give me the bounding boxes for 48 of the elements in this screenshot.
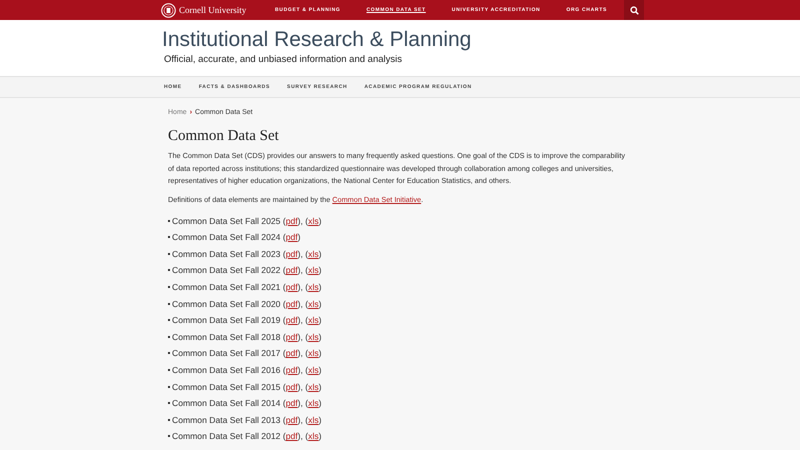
download-link[interactable]: pdf bbox=[286, 348, 298, 358]
download-link[interactable]: pdf bbox=[286, 332, 298, 342]
list-item-text: Common Data Set Fall 2014 (pdf), (xls) bbox=[172, 398, 322, 408]
download-link[interactable]: xls bbox=[308, 315, 319, 326]
seal-icon bbox=[161, 2, 176, 18]
list-item-text: Common Data Set Fall 2016 (pdf), (xls) bbox=[172, 365, 322, 376]
download-link[interactable]: xls bbox=[308, 332, 319, 342]
page-heading: Common Data Set bbox=[168, 128, 280, 145]
download-link[interactable]: xls bbox=[308, 348, 319, 358]
list-item-text: Common Data Set Fall 2017 (pdf), (xls) bbox=[172, 348, 322, 358]
list-item-text: Common Data Set Fall 2024 (pdf) bbox=[172, 232, 301, 242]
list-item-text: Common Data Set Fall 2015 (pdf), (xls) bbox=[172, 382, 322, 392]
search-button[interactable] bbox=[624, 0, 644, 20]
site-tagline: Official, accurate, and unbiased information and analysis bbox=[164, 54, 403, 65]
list-item-text: Common Data Set Fall 2021 (pdf), (xls) bbox=[172, 282, 322, 292]
list-item-text: Common Data Set Fall 2019 (pdf), (xls) bbox=[172, 315, 322, 326]
download-link[interactable]: xls bbox=[308, 414, 319, 425]
download-link[interactable]: xls bbox=[308, 431, 319, 442]
list-item-text: Common Data Set Fall 2023 (pdf), (xls) bbox=[172, 248, 322, 259]
download-link[interactable]: xls bbox=[308, 398, 319, 408]
download-link[interactable]: xls bbox=[308, 282, 319, 292]
list-item-text: Common Data Set Fall 2013 (pdf), (xls) bbox=[172, 414, 322, 425]
download-link[interactable]: pdf bbox=[286, 398, 298, 408]
search-icon bbox=[630, 6, 638, 14]
download-link[interactable]: xls bbox=[308, 365, 319, 376]
list-item-text: Common Data Set Fall 2012 (pdf), (xls) bbox=[172, 431, 322, 442]
download-link[interactable]: pdf bbox=[286, 248, 298, 259]
download-link[interactable]: pdf bbox=[286, 315, 298, 326]
download-link[interactable]: pdf bbox=[286, 382, 298, 392]
download-link[interactable]: xls bbox=[308, 216, 319, 226]
download-link[interactable]: pdf bbox=[286, 282, 298, 292]
download-link[interactable]: xls bbox=[308, 265, 319, 276]
site-title[interactable]: Institutional Research & Planning bbox=[162, 28, 800, 52]
list-item-text: Common Data Set Fall 2020 (pdf), (xls) bbox=[172, 298, 322, 309]
download-link[interactable]: pdf bbox=[286, 365, 298, 376]
download-link[interactable]: pdf bbox=[286, 232, 298, 242]
download-link[interactable]: pdf bbox=[286, 265, 298, 276]
download-link[interactable]: xls bbox=[308, 298, 319, 309]
university-logo-text[interactable]: Cornell University bbox=[179, 5, 246, 15]
download-link[interactable]: pdf bbox=[286, 298, 298, 309]
download-link[interactable]: pdf bbox=[286, 414, 298, 425]
list-item-text: Common Data Set Fall 2018 (pdf), (xls) bbox=[172, 332, 322, 342]
download-link[interactable]: pdf bbox=[286, 216, 298, 226]
list-item-text: Common Data Set Fall 2022 (pdf), (xls) bbox=[172, 265, 322, 276]
download-link[interactable]: pdf bbox=[286, 431, 298, 442]
list-item-text: Common Data Set Fall 2025 (pdf), (xls) bbox=[172, 216, 322, 226]
download-link[interactable]: xls bbox=[308, 248, 319, 259]
download-link[interactable]: xls bbox=[308, 382, 319, 392]
